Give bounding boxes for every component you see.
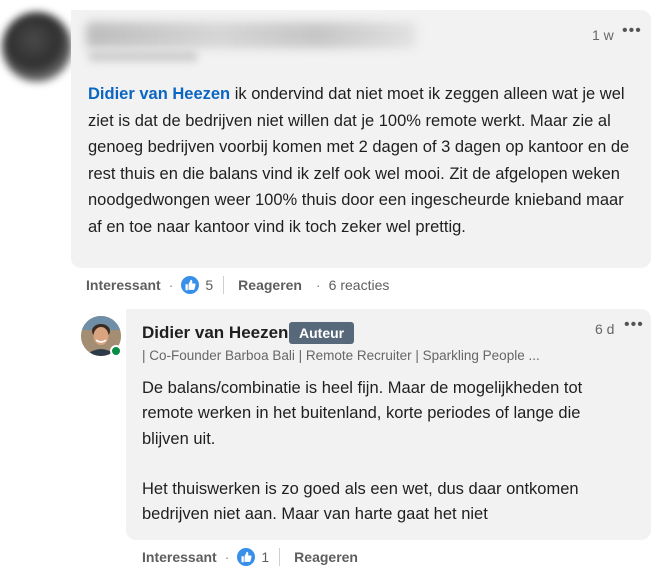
online-status-indicator — [110, 345, 122, 357]
comment-timestamp: 1 w — [592, 27, 614, 43]
separator-dot: · — [315, 277, 321, 293]
reply-actions: Interessant · 1 Reageren — [142, 548, 358, 566]
comment-text: Didier van Heezen ik ondervind dat niet … — [88, 81, 633, 241]
thumbs-up-icon[interactable] — [237, 548, 256, 566]
like-button[interactable]: Interessant — [142, 549, 217, 565]
reply-author-headline: | Co-Founder Barboa Bali | Remote Recrui… — [142, 348, 540, 363]
mention-link[interactable]: Didier van Heezen — [88, 85, 230, 103]
more-options-icon[interactable]: ••• — [622, 22, 642, 40]
divider — [279, 548, 281, 566]
reply-button[interactable]: Reageren — [238, 277, 302, 293]
reply-button[interactable]: Reageren — [294, 549, 358, 565]
reply-text-paragraph-2: Het thuiswerken is zo goed als een wet, … — [142, 480, 579, 524]
like-count[interactable]: 1 — [261, 549, 269, 565]
comment-actions: Interessant · 5 Reageren · 6 reacties — [86, 276, 389, 294]
thumbs-up-icon[interactable] — [181, 276, 200, 294]
like-button[interactable]: Interessant — [86, 277, 161, 293]
comment-body: ik ondervind dat niet moet ik zeggen all… — [88, 85, 630, 236]
reply-author-name[interactable]: Didier van Heezen — [142, 323, 288, 343]
separator-dot: · — [168, 277, 174, 293]
replies-count-link[interactable]: 6 reacties — [329, 277, 390, 293]
commenter-headline-redacted — [88, 50, 198, 62]
reply-timestamp: 6 d — [595, 321, 615, 337]
separator-dot: · — [224, 549, 230, 565]
more-options-icon[interactable]: ••• — [624, 316, 644, 334]
like-count[interactable]: 5 — [205, 277, 213, 293]
commenter-avatar[interactable] — [2, 12, 72, 82]
author-badge: Auteur — [289, 322, 355, 344]
reply-text-paragraph-1: De balans/combinatie is heel fijn. Maar … — [142, 379, 583, 448]
divider — [223, 276, 225, 294]
commenter-name-redacted — [86, 22, 416, 48]
